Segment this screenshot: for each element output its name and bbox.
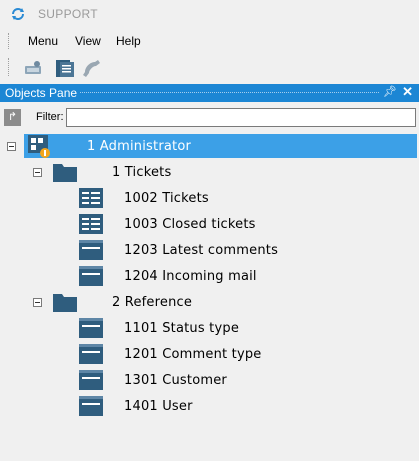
table-icon	[79, 240, 103, 260]
tree-node-label: 1 Administrator	[87, 139, 192, 154]
form-icon	[79, 188, 103, 208]
pane-title: Objects Pane	[5, 86, 78, 100]
tree-node-item[interactable]: 1101 Status type	[0, 316, 419, 342]
form-icon	[79, 214, 103, 234]
tree-node-item[interactable]: 1002 Tickets	[0, 186, 419, 212]
object-list-icon[interactable]	[54, 57, 76, 79]
tree-node-label: 1201 Comment type	[124, 347, 262, 362]
tree-node-item[interactable]: 1301 Customer	[0, 368, 419, 394]
tree-node-label: 1301 Customer	[124, 373, 227, 388]
collapse-toggle[interactable]	[33, 298, 42, 307]
menu-item-view[interactable]: View	[75, 34, 101, 48]
pin-icon[interactable]: 📌︎	[383, 85, 397, 98]
tree-node-item[interactable]: 1003 Closed tickets	[0, 212, 419, 238]
connect-icon[interactable]	[22, 57, 44, 79]
toolbar	[0, 54, 419, 82]
tree-node-label: 1002 Tickets	[124, 191, 209, 206]
menu-bar: Menu View Help	[0, 30, 419, 52]
close-icon[interactable]: ✕	[402, 84, 413, 100]
menu-item-menu[interactable]: Menu	[28, 34, 58, 48]
collapse-toggle[interactable]	[7, 142, 16, 151]
title-bar: SUPPORT	[0, 0, 419, 28]
table-icon	[79, 396, 103, 416]
objects-pane-header: Objects Pane 📌︎ ✕	[0, 84, 419, 102]
menu-grip[interactable]	[8, 33, 11, 49]
tree-node-label: 2 Reference	[112, 295, 193, 310]
filter-jump-button[interactable]: ↱	[4, 109, 21, 126]
tree-node-label: 1203 Latest comments	[124, 243, 279, 258]
tree-node-group-tickets[interactable]: 1 Tickets	[0, 160, 419, 186]
admin-folder-icon	[28, 135, 50, 158]
tree-node-group-reference[interactable]: 2 Reference	[0, 290, 419, 316]
toolbar-grip[interactable]	[8, 58, 11, 76]
tree-node-item[interactable]: 1204 Incoming mail	[0, 264, 419, 290]
tree-node-item[interactable]: 1203 Latest comments	[0, 238, 419, 264]
tree-node-label: 1204 Incoming mail	[124, 269, 257, 284]
table-icon	[79, 318, 103, 338]
collapse-toggle[interactable]	[33, 168, 42, 177]
table-icon	[79, 344, 103, 364]
filter-bar: ↱ Filter:	[0, 106, 419, 130]
app-title: SUPPORT	[38, 7, 98, 21]
tree-node-label: 1101 Status type	[124, 321, 240, 336]
folder-icon	[53, 294, 77, 312]
tree-node-label: 1401 User	[124, 399, 193, 414]
app-logo-icon	[12, 8, 24, 20]
menu-item-help[interactable]: Help	[116, 34, 141, 48]
table-icon	[79, 370, 103, 390]
objects-tree: 1 Administrator 1 Tickets 1002 Tickets 1…	[0, 132, 419, 461]
tree-node-root[interactable]: 1 Administrator	[0, 134, 419, 160]
folder-icon	[53, 164, 77, 182]
pane-header-grip[interactable]	[80, 92, 379, 93]
tree-node-label: 1 Tickets	[112, 165, 172, 180]
tree-node-item[interactable]: 1201 Comment type	[0, 342, 419, 368]
table-icon	[79, 266, 103, 286]
selection-highlight	[24, 134, 417, 158]
tree-node-item[interactable]: 1401 User	[0, 394, 419, 420]
filter-input[interactable]	[66, 108, 416, 127]
filter-label: Filter:	[36, 111, 64, 123]
phone-icon[interactable]	[80, 57, 102, 79]
tree-node-label: 1003 Closed tickets	[124, 217, 256, 232]
